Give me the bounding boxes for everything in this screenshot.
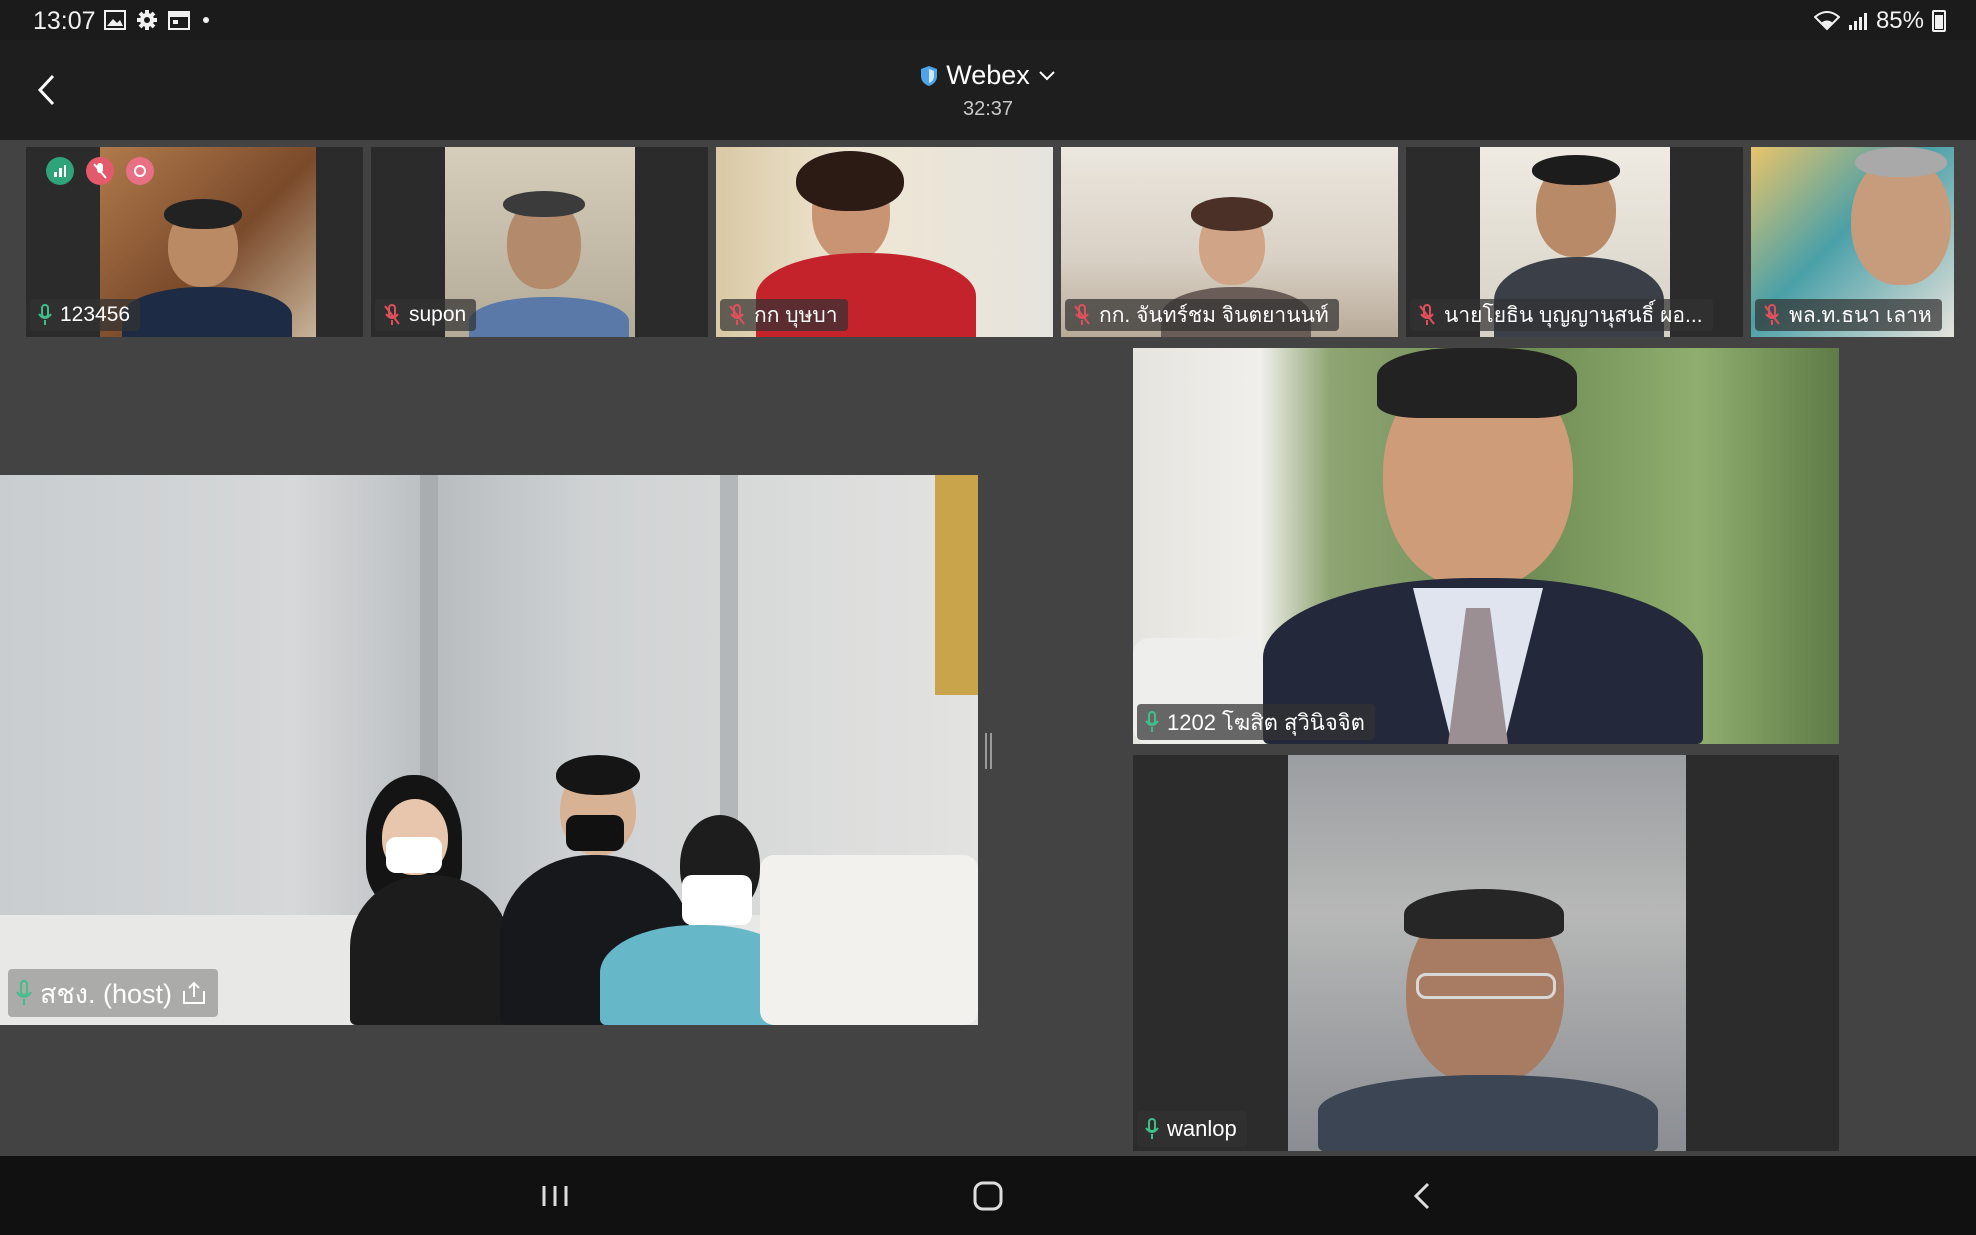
participant-name: supon xyxy=(409,303,467,326)
meeting-header: Webex 32:37 xyxy=(0,40,1976,140)
participant-thumbnail[interactable]: กก บุษบา xyxy=(716,147,1053,337)
participant-name-label: supon xyxy=(375,299,477,331)
system-back-button[interactable] xyxy=(1402,1178,1442,1214)
mute-badge-icon xyxy=(86,157,114,185)
mic-on-icon xyxy=(1145,711,1159,732)
status-time: 13:07 xyxy=(33,7,96,35)
speaker-video-tile[interactable]: 1202 โฆสิต สุวินิจจิต xyxy=(1133,348,1839,744)
signal-icon xyxy=(1848,13,1867,30)
participant-name-label: 123456 xyxy=(30,299,141,331)
participant-thumbnail[interactable]: supon xyxy=(371,147,708,337)
status-left-icons xyxy=(104,9,212,31)
mic-muted-icon xyxy=(384,304,400,325)
gallery-icon xyxy=(104,10,126,30)
participant-video-tile[interactable]: wanlop xyxy=(1133,755,1839,1151)
network-badge-icon xyxy=(46,157,74,185)
home-icon xyxy=(973,1181,1003,1211)
status-bar: 13:07 85% xyxy=(0,0,1976,40)
participant-thumbnail[interactable]: พล.ท.ธนา เลาห xyxy=(1751,147,1954,337)
system-navigation-bar xyxy=(0,1156,1976,1235)
participant-name: นายโยธิน บุญญานุสนธิ์ ผอ... xyxy=(1444,303,1703,327)
status-badges xyxy=(46,157,154,185)
participant-name: กก บุษบา xyxy=(754,303,838,327)
status-right: 85% xyxy=(1813,7,1946,35)
calendar-icon xyxy=(168,11,190,30)
meeting-timer: 32:37 xyxy=(962,97,1014,120)
recording-badge-icon xyxy=(126,157,154,185)
mic-on-icon xyxy=(16,980,32,1005)
chevron-down-icon xyxy=(1039,70,1055,80)
participant-name-label: wanlop xyxy=(1137,1111,1247,1147)
mic-muted-icon xyxy=(1764,304,1780,325)
participant-name: 1202 โฆสิต สุวินิจจิต xyxy=(1167,709,1365,735)
participant-name: พล.ท.ธนา เลาห xyxy=(1789,303,1932,327)
participant-name: กก. จันทร์ชม จินตยานนท์ xyxy=(1099,303,1329,327)
participant-thumbnail[interactable]: 123456 xyxy=(26,147,363,337)
settings-icon xyxy=(137,10,157,30)
host-video-tile[interactable]: สชง. (host) xyxy=(0,475,978,1025)
participant-name-label: กก. จันทร์ชม จินตยานนท์ xyxy=(1065,299,1339,331)
app-title: Webex xyxy=(946,60,1030,90)
battery-icon xyxy=(1932,10,1946,32)
participant-name-label: พล.ท.ธนา เลาห xyxy=(1755,299,1942,331)
mic-on-icon xyxy=(38,304,52,325)
speaker-video xyxy=(1133,348,1839,744)
home-button[interactable] xyxy=(968,1178,1008,1214)
participant-name-label: สชง. (host) xyxy=(8,969,219,1017)
participant-name: wanlop xyxy=(1167,1116,1237,1141)
recent-apps-icon xyxy=(542,1186,568,1206)
wifi-icon xyxy=(1813,11,1840,31)
participant-name: สชง. (host) xyxy=(40,978,173,1009)
mic-muted-icon xyxy=(1419,304,1435,325)
participant-name-label: นายโยธิน บุญญานุสนธิ์ ผอ... xyxy=(1410,299,1713,331)
share-icon xyxy=(183,981,206,1004)
mic-muted-icon xyxy=(729,304,745,325)
participant-name-label: 1202 โฆสิต สุวินิจจิต xyxy=(1137,704,1375,740)
layout-divider-handle[interactable] xyxy=(985,733,992,769)
dot-icon xyxy=(203,17,209,23)
mic-muted-icon xyxy=(1074,304,1090,325)
participant-name: 123456 xyxy=(60,303,131,326)
back-icon xyxy=(1413,1182,1430,1210)
host-video xyxy=(0,475,978,1025)
participant-thumbnail[interactable]: นายโยธิน บุญญานุสนธิ์ ผอ... xyxy=(1406,147,1743,337)
recent-apps-button[interactable] xyxy=(535,1178,575,1214)
participant-name-label: กก บุษบา xyxy=(720,299,848,331)
meeting-title-dropdown[interactable]: Webex xyxy=(920,60,1056,91)
mic-on-icon xyxy=(1145,1118,1159,1139)
battery-percent: 85% xyxy=(1875,7,1924,34)
shield-icon xyxy=(921,65,938,86)
participant-video xyxy=(1288,755,1686,1151)
participant-thumbnail[interactable]: กก. จันทร์ชม จินตยานนท์ xyxy=(1061,147,1398,337)
